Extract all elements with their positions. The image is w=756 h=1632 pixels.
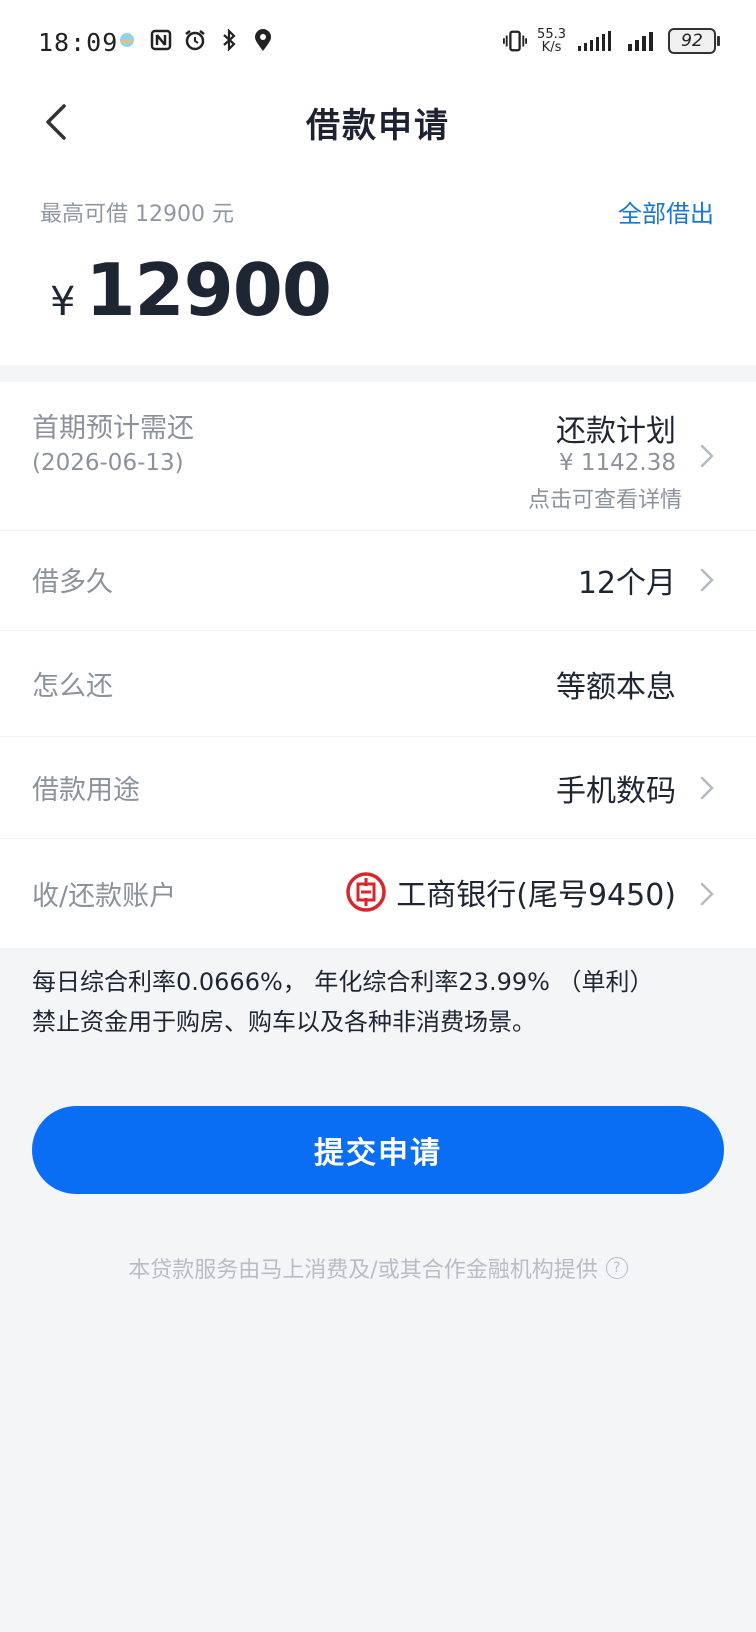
status-time: 18:09 xyxy=(38,28,119,57)
location-icon xyxy=(251,28,275,52)
chevron-right-icon xyxy=(698,880,716,908)
repay-method-row: 怎么还 等额本息 xyxy=(0,630,756,737)
loan-details-card: 首期预计需还 (2026-06-13) 还款计划 ¥ 1142.38 点击可查看… xyxy=(0,382,756,948)
amount-input[interactable]: ¥ 12900 xyxy=(50,248,332,332)
loan-amount[interactable]: 12900 xyxy=(85,248,331,332)
top-section: 18:09 55.3 K/s 92 借款申请 最高可借 12900 元 全部借出… xyxy=(0,0,756,365)
max-borrow-label: 最高可借 12900 元 xyxy=(40,202,234,227)
account-value: 工商银行(尾号9450) xyxy=(346,870,676,914)
borrow-all-link[interactable]: 全部借出 xyxy=(618,194,714,229)
account-row[interactable]: 收/还款账户 工商银行(尾号9450) xyxy=(0,838,756,948)
first-payment-date: (2026-06-13) xyxy=(32,450,184,476)
submit-button[interactable]: 提交申请 xyxy=(32,1106,724,1194)
first-payment-row[interactable]: 首期预计需还 (2026-06-13) 还款计划 ¥ 1142.38 点击可查看… xyxy=(0,382,756,531)
term-value: 12个月 xyxy=(577,566,676,601)
term-row[interactable]: 借多久 12个月 xyxy=(0,530,756,631)
nav-bar: 借款申请 xyxy=(0,92,756,152)
alarm-icon xyxy=(183,28,207,52)
net-speed: 55.3 K/s xyxy=(537,28,566,54)
usage-restriction: 禁止资金用于购房、购车以及各种非消费场景。 xyxy=(32,1008,536,1036)
first-payment-label: 首期预计需还 xyxy=(32,413,194,444)
first-payment-amount: ¥ 1142.38 xyxy=(558,450,676,476)
vibrate-icon xyxy=(503,29,528,53)
chevron-right-icon xyxy=(698,774,716,802)
chevron-right-icon xyxy=(698,566,716,594)
disclaimer-text: 本贷款服务由马上消费及/或其合作金融机构提供 xyxy=(128,1258,598,1283)
bluetooth-icon xyxy=(217,28,241,52)
rate-info: 每日综合利率0.0666%， 年化综合利率23.99% （单利） xyxy=(32,968,654,996)
account-bank-text: 工商银行(尾号9450) xyxy=(396,878,676,913)
repay-method-value: 等额本息 xyxy=(556,670,676,705)
chevron-right-icon xyxy=(698,442,716,470)
signal-icon xyxy=(576,29,616,53)
currency-symbol: ¥ xyxy=(50,279,76,325)
battery-indicator: 92 xyxy=(668,28,720,54)
purpose-row[interactable]: 借款用途 手机数码 xyxy=(0,736,756,839)
repayment-plan-link[interactable]: 还款计划 xyxy=(556,406,676,450)
status-bar: 18:09 55.3 K/s 92 xyxy=(0,22,756,62)
plan-detail-hint: 点击可查看详情 xyxy=(527,488,682,513)
purpose-value: 手机数码 xyxy=(556,774,676,809)
purpose-label: 借款用途 xyxy=(32,775,140,806)
term-label: 借多久 xyxy=(32,567,113,598)
page-title: 借款申请 xyxy=(306,106,450,146)
nfc-icon xyxy=(149,28,173,52)
rate-notes: 每日综合利率0.0666%， 年化综合利率23.99% （单利） 禁止资金用于购… xyxy=(32,962,732,1042)
account-label: 收/还款账户 xyxy=(32,881,177,912)
repay-method-label: 怎么还 xyxy=(32,671,113,702)
service-disclaimer: 本贷款服务由马上消费及/或其合作金融机构提供 ? xyxy=(0,1252,756,1284)
help-icon[interactable]: ? xyxy=(605,1257,628,1279)
weather-icon xyxy=(115,28,139,52)
signal-icon xyxy=(626,29,658,53)
icbc-logo-icon xyxy=(346,872,386,912)
net-speed-unit: K/s xyxy=(541,40,562,55)
